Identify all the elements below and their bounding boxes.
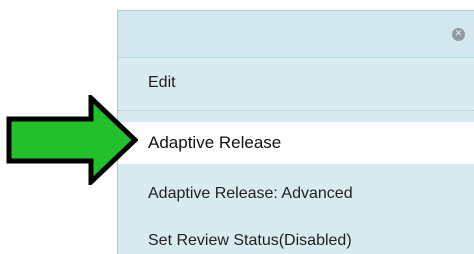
menu-item-adaptive-release-advanced[interactable]: Adaptive Release: Advanced — [118, 175, 474, 213]
context-menu: ✕ Edit Adaptive Release Adaptive Release… — [117, 10, 474, 254]
menu-item-label: Set Review Status(Disabled) — [148, 232, 352, 249]
menu-divider — [118, 110, 474, 111]
green-right-arrow-icon — [6, 95, 138, 185]
menu-item-label: Adaptive Release: Advanced — [148, 185, 353, 202]
screenshot-stage: ✕ Edit Adaptive Release Adaptive Release… — [0, 0, 474, 254]
close-icon[interactable]: ✕ — [452, 28, 465, 41]
menu-item-set-review-status[interactable]: Set Review Status(Disabled) — [118, 221, 474, 254]
menu-item-label: Edit — [148, 74, 176, 91]
menu-item-edit[interactable]: Edit — [118, 58, 474, 110]
context-menu-header: ✕ — [118, 11, 474, 58]
menu-item-label: Adaptive Release — [148, 133, 282, 152]
menu-item-adaptive-release[interactable]: Adaptive Release — [118, 122, 474, 164]
